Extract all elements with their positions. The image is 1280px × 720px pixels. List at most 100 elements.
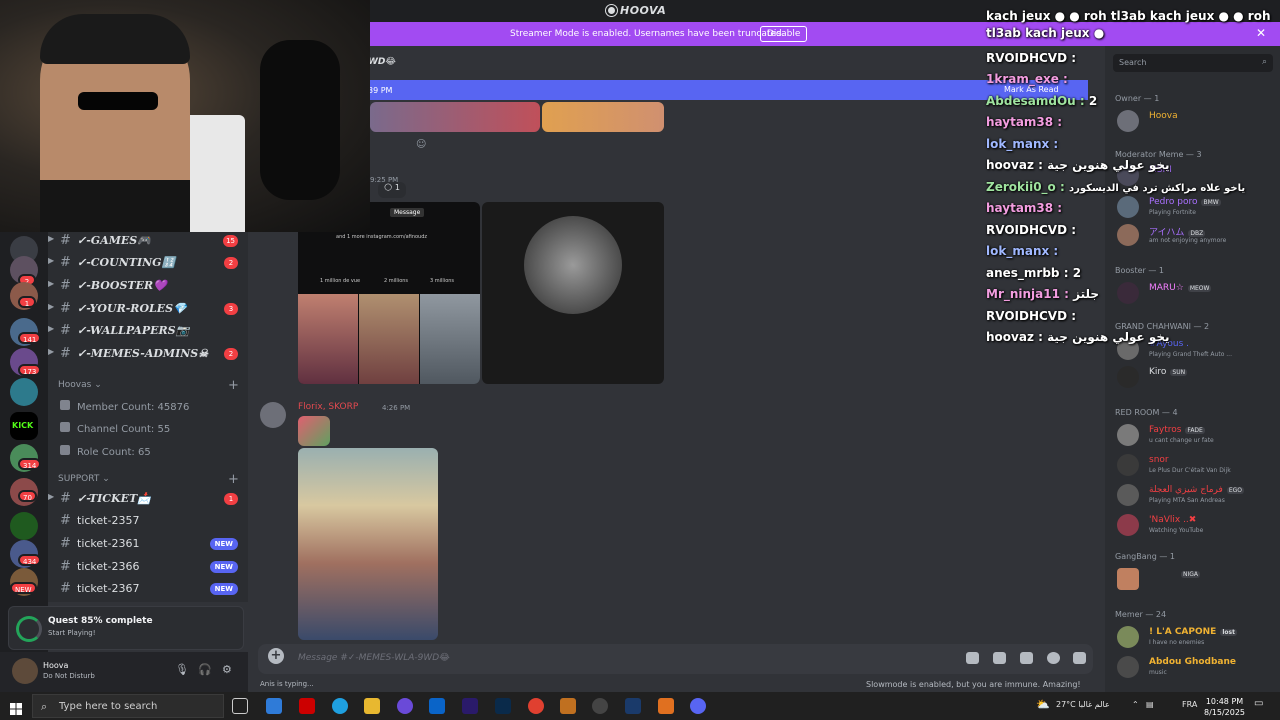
member-item[interactable]: NIGA	[1117, 566, 1277, 592]
premiere-icon[interactable]	[462, 698, 478, 714]
message-input[interactable]: + Message #✓-MEMES-WLA-9WD😂	[258, 644, 1093, 674]
video-thumbnail	[359, 294, 419, 384]
kick-server-icon[interactable]: KICK	[10, 412, 38, 440]
channel-item[interactable]: ▶ # ✓-BOOSTER💜	[48, 275, 248, 297]
channel-item[interactable]: # ticket-2357	[48, 510, 248, 532]
gift-icon[interactable]	[966, 652, 979, 664]
member-item[interactable]: ! L'A CAPONE lost I have no enemies	[1117, 624, 1277, 650]
adobe-icon[interactable]	[299, 698, 315, 714]
add-attachment-icon[interactable]: +	[268, 648, 284, 664]
member-tag: SUN	[1170, 369, 1188, 376]
emoji-icon: 🌕	[384, 183, 395, 192]
mention-count: 3	[224, 303, 238, 315]
server-icon[interactable]	[10, 512, 38, 540]
channel-item[interactable]: ▶ # ✓-TICKET📩 1	[48, 488, 248, 510]
attachment-image[interactable]	[298, 448, 438, 640]
app-icon[interactable]	[560, 698, 576, 714]
member-name: NIGA	[1177, 569, 1201, 579]
weather-icon[interactable]: ⛅	[1036, 698, 1050, 711]
channel-name: ✓-GAMES🎮	[77, 234, 151, 247]
hash-icon: #	[60, 255, 71, 270]
app-icon[interactable]	[397, 698, 413, 714]
notification-icon[interactable]: ▭	[1254, 698, 1263, 709]
channel-item[interactable]: ▶ # ✓-WALLPAPERS📷	[48, 320, 248, 342]
member-item[interactable]: فرماج شيزي العجلة EGO Playing MTA San And…	[1117, 482, 1277, 508]
member-item[interactable]: Abdou Ghodbane music	[1117, 654, 1277, 680]
overlay-message: RVOIDHCVD :	[986, 223, 1077, 237]
app-launcher-icon[interactable]	[1073, 652, 1086, 664]
reaction[interactable]: 🌕 1	[378, 182, 406, 198]
windows-start-icon[interactable]	[10, 700, 22, 715]
attachment-image[interactable]	[482, 202, 664, 384]
member-item[interactable]: snor Le Plus Dur C'était Van Dijk	[1117, 452, 1277, 478]
task-view-icon[interactable]	[232, 698, 248, 714]
add-channel-icon[interactable]: +	[228, 472, 239, 487]
avatar[interactable]	[260, 402, 286, 428]
channel-item[interactable]: ▶ # ✓-MEMES-ADMINS☠ 2	[48, 343, 248, 365]
quest-progress-ring	[16, 616, 42, 642]
member-group-title: RED ROOM — 4	[1115, 408, 1178, 417]
stat-channel[interactable]: Channel Count: 55	[48, 419, 248, 441]
add-channel-icon[interactable]: +	[228, 378, 239, 393]
member-item[interactable]: 'NaVlix ..✖ Watching YouTube	[1117, 512, 1277, 538]
obs-icon[interactable]	[592, 698, 608, 714]
chrome-icon[interactable]	[528, 698, 544, 714]
file-explorer-icon[interactable]	[364, 698, 380, 714]
sticker-icon[interactable]	[1020, 652, 1033, 664]
microphone-icon[interactable]: 🎙	[175, 663, 189, 676]
attachment-image[interactable]	[542, 102, 664, 132]
app-icon[interactable]	[658, 698, 674, 714]
app-title: HOOVA	[620, 4, 667, 17]
store-icon[interactable]	[266, 698, 282, 714]
profile-stat: 1 million de vue	[320, 278, 361, 284]
gif-icon[interactable]	[993, 652, 1006, 664]
overlay-message: lok_manx :	[986, 244, 1059, 258]
channel-item[interactable]: # ticket-2367 NEW	[48, 578, 248, 600]
stat-channel[interactable]: Member Count: 45876	[48, 397, 248, 419]
reaction-count: 1	[394, 183, 400, 192]
chevron-down-icon: ⌄	[94, 380, 102, 390]
server-icon[interactable]	[10, 378, 38, 406]
gear-icon[interactable]: ⚙	[222, 663, 232, 676]
member-item[interactable]: Kiro SUN	[1117, 364, 1277, 390]
stat-channel[interactable]: Role Count: 65	[48, 442, 248, 464]
network-icon[interactable]: ▤	[1146, 700, 1154, 709]
message-author[interactable]: Florix, SKORP	[298, 402, 358, 412]
hash-icon: #	[60, 278, 71, 293]
attachment-image[interactable]	[370, 102, 540, 132]
input-language[interactable]: FRA	[1182, 700, 1197, 709]
member-item[interactable]: Faytros FADE u cant change ur fate	[1117, 422, 1277, 448]
clock-date: 8/15/2025	[1204, 708, 1246, 717]
edge-icon[interactable]	[332, 698, 348, 714]
channel-item[interactable]: ▶ # ✓-YOUR-ROLES💎 3	[48, 298, 248, 320]
sunglasses-shape	[78, 92, 158, 110]
disable-button[interactable]: Disable	[760, 26, 808, 42]
speaker-icon	[60, 445, 70, 455]
channel-item[interactable]: ▶ # ✓-GAMES🎮 15	[48, 230, 248, 252]
steam-icon[interactable]	[625, 698, 641, 714]
headphones-icon[interactable]: 🎧	[198, 663, 212, 676]
photoshop-icon[interactable]	[495, 698, 511, 714]
add-reaction-icon[interactable]: ☺	[416, 139, 426, 150]
outlook-icon[interactable]	[429, 698, 445, 714]
avatar	[1117, 626, 1139, 648]
category-hoovas[interactable]: Hoovas ⌄ +	[58, 378, 239, 393]
chevron-up-icon[interactable]: ⌃	[1132, 700, 1139, 709]
webcam-feed	[0, 0, 370, 232]
profile-photo	[524, 216, 622, 314]
member-name: 'NaVlix ..✖	[1149, 515, 1197, 525]
channel-item[interactable]: # ticket-2361 NEW	[48, 533, 248, 555]
channel-item[interactable]: ▶ # ✓-COUNTING🔢 2	[48, 252, 248, 274]
category-support[interactable]: SUPPORT ⌄ +	[58, 472, 239, 487]
channel-item[interactable]: # ticket-2366 NEW	[48, 556, 248, 578]
emoji-icon[interactable]	[1047, 652, 1060, 664]
new-messages-bar[interactable]: 39 PM Mark As Read	[368, 80, 1088, 100]
sticker-image[interactable]	[298, 416, 330, 446]
avatar[interactable]	[12, 658, 38, 684]
discord-icon[interactable]	[690, 698, 706, 714]
weather-text[interactable]: 27°C عالم غالبا	[1056, 700, 1110, 709]
taskbar-search-input[interactable]: ⌕ Type here to search	[32, 694, 224, 718]
quest-card[interactable]: Quest 85% complete Start Playing!	[8, 606, 244, 650]
clock[interactable]: 10:48 PM 8/15/2025	[1204, 696, 1245, 718]
channel-name: ✓-TICKET📩	[77, 492, 151, 505]
